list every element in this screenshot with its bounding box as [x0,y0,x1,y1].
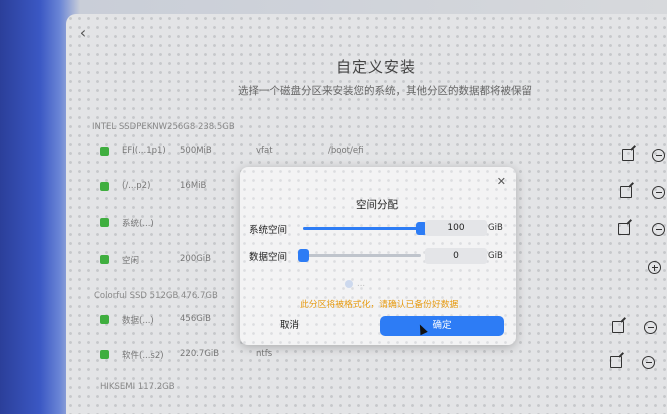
page-subtitle: 选择一个磁盘分区来安装您的系统，其他分区的数据都将被保留 [238,85,532,97]
minus-circle-icon[interactable] [644,321,657,334]
system-space-label: 系统空间 [249,225,288,236]
data-space-label: 数据空间 [249,252,288,263]
minus-circle-icon[interactable] [652,223,665,236]
system-space-slider[interactable] [303,222,427,235]
partition-size: 16MiB [180,181,207,191]
edit-icon[interactable] [622,149,634,161]
edit-icon[interactable] [612,321,624,333]
partition-name: (/...p2) [122,181,151,191]
partition-name: 数据(...) [122,316,154,326]
edit-icon[interactable] [618,223,630,235]
plus-circle-icon[interactable] [648,261,661,274]
partition-color-icon [100,255,109,264]
partition-name: EFI(...1p1) [122,146,166,156]
system-slider-fill [303,227,421,230]
system-space-input[interactable]: 100 [425,220,487,236]
partition-color-icon [100,147,109,156]
partition-size: 500MiB [180,146,212,156]
partition-fs: vfat [256,146,273,156]
data-space-slider[interactable] [298,249,421,262]
chevron-left-icon[interactable]: ‹ [74,24,92,42]
check-icon [345,279,353,288]
partition-color-icon [100,182,109,191]
minus-circle-icon[interactable] [652,186,665,199]
partition-name: 空闲 [122,256,140,266]
partition-mount: /boot/efi [328,146,364,156]
space-allocation-dialog: ✕ 空间分配 系统空间 100 GiB 数据空间 0 GiB ... 此分区将被… [240,167,516,345]
disk-label: HIKSEMI 117.2GB [100,382,175,392]
disk-label: Colorful SSD 512GB 476.7GB [94,291,218,301]
close-icon[interactable]: ✕ [497,175,506,188]
partition-name: 软件(...s2) [122,351,164,361]
edit-icon[interactable] [620,186,632,198]
page-title: 自定义安装 [336,58,417,76]
data-space-input[interactable]: 0 [425,248,487,264]
format-warning: 此分区将被格式化，请确认已备份好数据 [300,300,459,310]
cancel-button[interactable]: 取消 [280,316,340,336]
disk-label: INTEL SSDPEKNW256G8 238.5GB [92,122,235,132]
system-space-unit: GiB [488,223,503,233]
data-space-unit: GiB [488,251,503,261]
minus-circle-icon[interactable] [652,149,665,162]
partition-size: 200GiB [180,254,212,264]
faded-option[interactable]: ... [345,279,365,289]
partition-name: 系统(...) [122,219,154,229]
partition-size: 220.7GiB [180,349,220,359]
faded-option-label: ... [357,279,366,289]
confirm-button[interactable]: 确定 [380,316,504,336]
data-slider-handle[interactable] [298,249,309,262]
dialog-title: 空间分配 [356,199,398,211]
partition-size: 456GiB [180,314,212,324]
minus-circle-icon[interactable] [642,356,655,369]
partition-color-icon [100,350,109,359]
edit-icon[interactable] [610,356,622,368]
partition-color-icon [100,218,109,227]
partition-row[interactable]: EFI(...1p1) 500MiB vfat /boot/efi [100,144,400,160]
partition-fs: ntfs [256,349,273,359]
partition-color-icon [100,315,109,324]
partition-row[interactable]: 软件(...s2) 220.7GiB ntfs [100,347,400,363]
